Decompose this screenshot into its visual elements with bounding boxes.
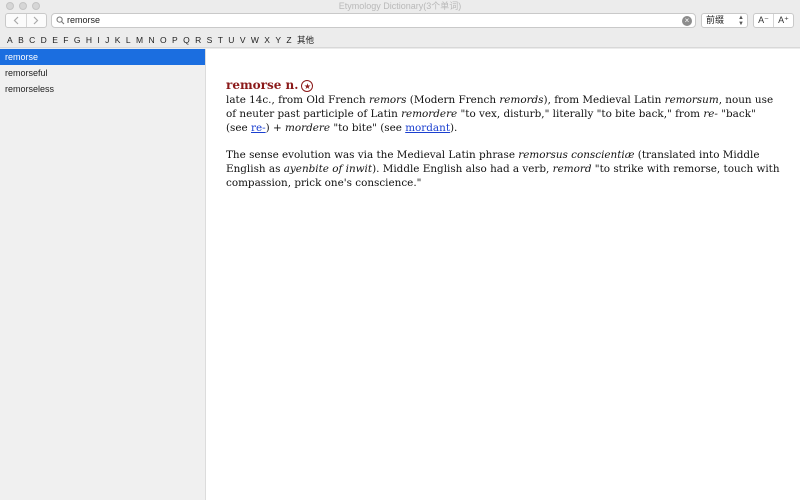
link-re[interactable]: re-	[251, 122, 266, 134]
sense-paragraph: The sense evolution was via the Medieval…	[226, 148, 780, 190]
italic-term: remors	[368, 94, 407, 106]
word-list-item[interactable]: remorseless	[0, 81, 205, 97]
link-mordant[interactable]: mordant	[405, 122, 450, 134]
italic-term: remorsum	[664, 94, 719, 106]
clear-search-icon[interactable]: ×	[682, 16, 692, 26]
text: late 14c., from Old French	[226, 94, 369, 106]
alphabet-letter[interactable]: R	[195, 33, 201, 47]
headword: remorse n.	[226, 78, 299, 92]
toolbar: × 前缀 ▲▼ A⁻ A⁺	[0, 12, 800, 32]
alphabet-letter[interactable]: W	[251, 33, 259, 47]
text: The sense evolution was via the Medieval…	[226, 149, 519, 161]
title-bar: Etymology Dictionary(3个单词)	[0, 0, 800, 12]
text: (Modern French	[406, 94, 500, 106]
alphabet-letter[interactable]: D	[41, 33, 47, 47]
chevron-right-icon	[33, 16, 39, 25]
italic-term: mordere	[285, 122, 331, 134]
search-input[interactable]	[67, 14, 677, 27]
dropdown-value: 前缀	[706, 15, 725, 25]
navigation-buttons	[5, 13, 47, 28]
alphabet-letter[interactable]: B	[18, 33, 24, 47]
alphabet-letter[interactable]: P	[172, 33, 178, 47]
alphabet-letter[interactable]: A	[7, 33, 13, 47]
star-icon[interactable]: ★	[301, 80, 314, 92]
alphabet-bar: A B C D E F G H I J K L M N O P Q R S T U V W X Y Z 其他	[0, 32, 800, 48]
alphabet-letter[interactable]: Z	[286, 33, 291, 47]
text: "to bite" (see	[330, 122, 406, 134]
text: ).	[450, 122, 458, 134]
entry-content: remorse n. ★ late 14c., from Old French r…	[206, 49, 800, 500]
alphabet-letter[interactable]: M	[136, 33, 143, 47]
window-title: Etymology Dictionary(3个单词)	[338, 1, 462, 11]
alphabet-letter[interactable]: T	[218, 33, 223, 47]
italic-term: remord	[552, 163, 592, 175]
alphabet-letter[interactable]: H	[86, 33, 92, 47]
text: ), from Medieval Latin	[543, 94, 665, 106]
text: "to vex, disturb," literally "to bite ba…	[457, 108, 704, 120]
updown-arrows-icon: ▲ ▼	[738, 15, 744, 27]
chevron-left-icon	[13, 16, 19, 25]
entry-heading: remorse n. ★	[226, 77, 780, 93]
alphabet-letter[interactable]: F	[63, 33, 68, 47]
italic-term: ayenbite of inwit	[283, 163, 373, 175]
alphabet-letter[interactable]: L	[126, 33, 131, 47]
alphabet-letter[interactable]: K	[115, 33, 121, 47]
increase-font-button[interactable]: A⁺	[773, 14, 793, 27]
italic-term: re-	[703, 108, 718, 120]
forward-button[interactable]	[25, 14, 47, 27]
alphabet-letter[interactable]: N	[148, 33, 154, 47]
alphabet-letter[interactable]: 其他	[297, 33, 314, 47]
alphabet-letter[interactable]: C	[29, 33, 35, 47]
search-field[interactable]: ×	[51, 13, 696, 28]
text: ) +	[265, 122, 286, 134]
italic-term: remords	[499, 94, 544, 106]
alphabet-letter[interactable]: O	[160, 33, 167, 47]
back-button[interactable]	[6, 14, 26, 27]
search-icon	[56, 16, 65, 25]
etymology-paragraph: late 14c., from Old French remors (Moder…	[226, 93, 780, 135]
match-mode-dropdown[interactable]: 前缀 ▲ ▼	[701, 13, 748, 28]
alphabet-letter[interactable]: I	[97, 33, 99, 47]
alphabet-letter[interactable]: G	[74, 33, 81, 47]
word-list-item[interactable]: remorse	[0, 49, 205, 65]
font-size-buttons: A⁻ A⁺	[753, 13, 794, 28]
decrease-font-button[interactable]: A⁻	[754, 14, 773, 27]
text: ). Middle English also had a verb,	[372, 163, 553, 175]
word-list-item[interactable]: remorseful	[0, 65, 205, 81]
alphabet-letter[interactable]: Y	[275, 33, 281, 47]
word-list: remorse remorseful remorseless	[0, 49, 206, 500]
alphabet-letter[interactable]: V	[240, 33, 246, 47]
alphabet-letter[interactable]: X	[264, 33, 270, 47]
alphabet-letter[interactable]: U	[228, 33, 234, 47]
alphabet-letter[interactable]: J	[105, 33, 109, 47]
alphabet-letter[interactable]: S	[207, 33, 213, 47]
italic-term: remorsus conscientiæ	[518, 149, 635, 161]
alphabet-letter[interactable]: Q	[183, 33, 190, 47]
italic-term: remordere	[401, 108, 458, 120]
alphabet-letter[interactable]: E	[52, 33, 58, 47]
